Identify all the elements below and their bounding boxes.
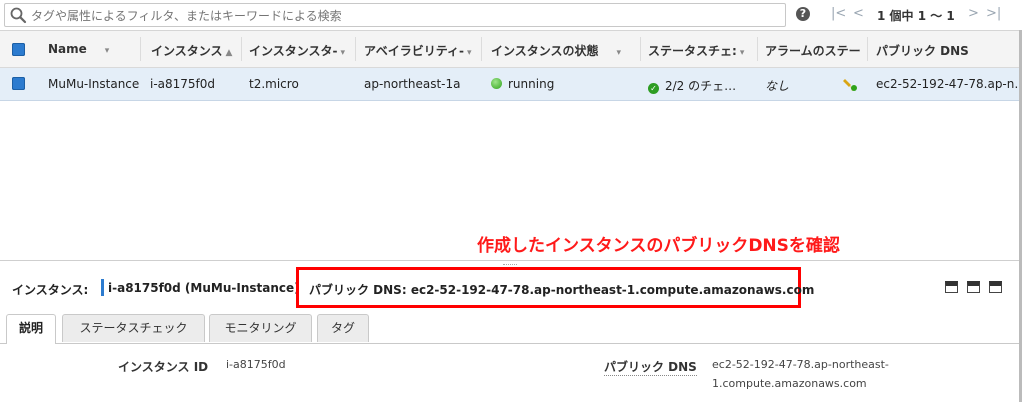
layout-full-icon[interactable] [989,281,1002,293]
detail-tabs: 説明 ステータスチェック モニタリング タグ [0,314,1022,344]
cell-name: MuMu-Instance [48,77,140,91]
prev-page-icon[interactable]: < [853,6,864,21]
cell-instance-type: t2.micro [249,77,299,91]
table-row[interactable]: MuMu-Instance i-a8175f0d t2.micro ap-nor… [0,68,1022,101]
cell-availability-zone: ap-northeast-1a [364,77,461,91]
pane-divider[interactable] [0,260,1022,261]
cell-public-dns: ec2-52-192-47-78.ap-n… [876,77,1022,91]
column-header-instance-state[interactable]: インスタンスの状態 ▾ [491,42,639,59]
cell-instance-id: i-a8175f0d [150,77,216,91]
tab-description[interactable]: 説明 [6,314,56,344]
column-header-instance-type[interactable]: インスタンスタ- ▾ [249,42,351,59]
detail-public-dns: パブリック DNS: ec2-52-192-47-78.ap-northeast… [309,283,815,297]
field-public-dns-value-line2: 1.compute.amazonaws.com [712,377,867,390]
select-all-checkbox[interactable] [12,43,25,56]
layout-bottom-icon[interactable] [945,281,958,293]
cell-alarm-status: なし [765,79,790,93]
column-header-status-check[interactable]: ステータスチェ: ▾ [648,42,752,59]
column-header-alarm-status[interactable]: アラームのステー [765,42,865,59]
instance-marker [101,279,104,296]
column-header-public-dns[interactable]: パブリック DNS [876,42,1006,59]
field-instance-id-value: i-a8175f0d [226,358,286,371]
alarm-bell-icon[interactable] [842,76,858,92]
table-header: Name ▾ インスタンス ▲ インスタンスタ- ▾ アベイラビリティ- ▾ インスタン… [0,31,1022,68]
first-page-icon[interactable]: |< [831,6,846,21]
tab-tags[interactable]: タグ [317,314,369,342]
search-icon [10,7,27,24]
help-icon[interactable]: ? [796,7,810,21]
tab-monitoring[interactable]: モニタリング [209,314,312,342]
last-page-icon[interactable]: >| [986,6,1001,21]
tab-status-checks[interactable]: ステータスチェック [62,314,205,342]
field-public-dns-label: パブリック DNS [604,360,697,376]
cell-status-check: ✓ 2/2 のチェ… [648,77,736,94]
layout-split-icon[interactable] [967,281,980,293]
field-instance-id-label: インスタンス ID [118,360,209,374]
column-header-name[interactable]: Name ▾ [48,42,128,56]
column-header-instance-id[interactable]: インスタンス ▲ [151,42,239,59]
column-header-availability-zone[interactable]: アベイラビリティ- ▾ [364,42,478,59]
page-count: 1 個中 1 〜 1 [877,9,955,23]
detail-instance-label: インスタンス: [12,283,89,297]
running-status-icon [491,78,502,89]
cell-instance-state: running [491,77,554,91]
check-ok-icon: ✓ [648,83,659,94]
row-checkbox[interactable] [12,77,25,90]
annotation-text: 作成したインスタンスのパブリックDNSを確認 [477,236,840,256]
search-input[interactable] [29,6,773,26]
next-page-icon[interactable]: > [968,6,979,21]
field-public-dns-value-line1: ec2-52-192-47-78.ap-northeast- [712,358,889,371]
search-box[interactable] [4,3,786,27]
filter-toolbar: ? |< < 1 個中 1 〜 1 > >| [0,0,1022,31]
detail-instance-value: i-a8175f0d (MuMu-Instance) [108,281,300,295]
